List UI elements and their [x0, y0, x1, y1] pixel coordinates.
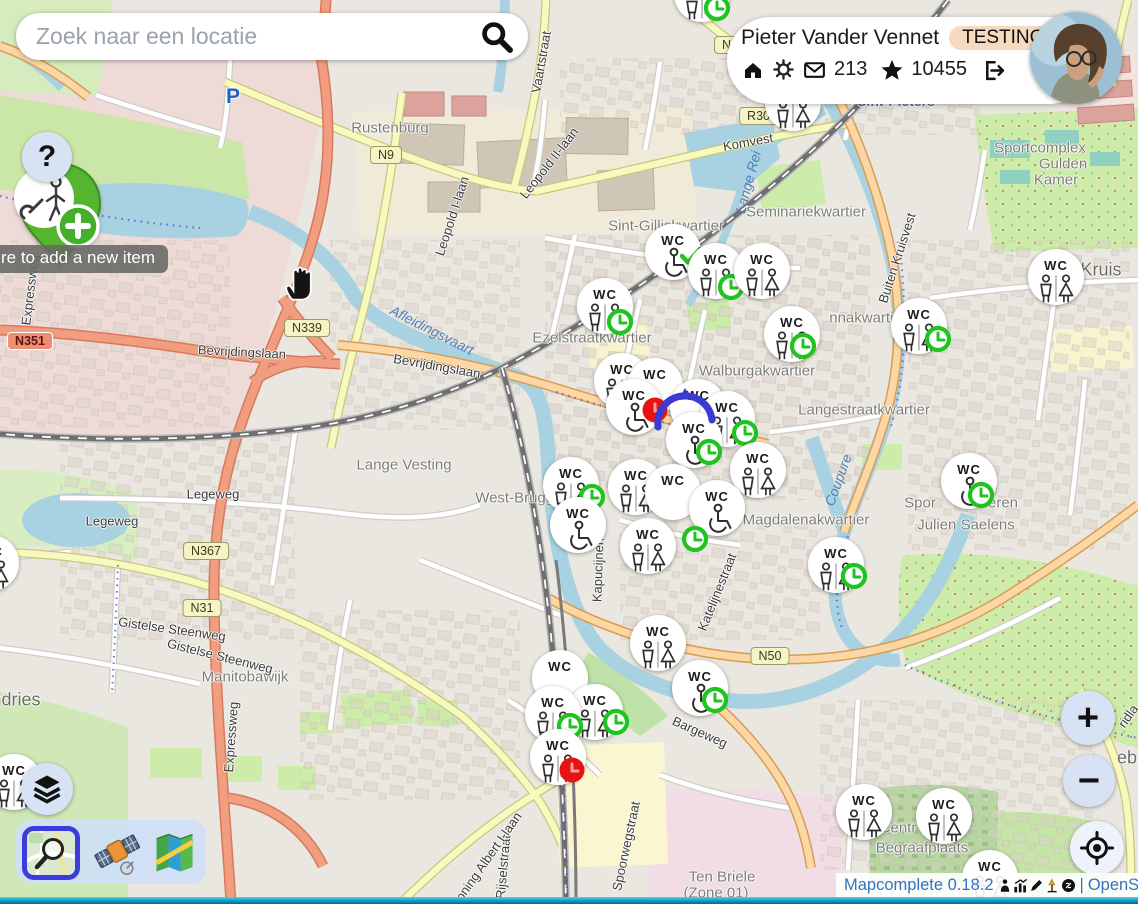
basemap-option-satellite[interactable]: [92, 829, 142, 877]
geolocate-icon: [1079, 830, 1115, 866]
satellite-icon: [92, 829, 142, 877]
user-name: Pieter Vander Vennet: [741, 26, 939, 50]
app-version[interactable]: Mapcomplete 0.18.2: [844, 876, 994, 895]
svg-text:WC: WC: [541, 695, 565, 710]
opening-hours-badge: [603, 305, 637, 339]
toilet-marker[interactable]: WC: [529, 728, 587, 786]
svg-text:WC: WC: [780, 315, 804, 330]
basemap-option-map[interactable]: [149, 829, 199, 877]
svg-text:WC: WC: [907, 307, 931, 322]
toilet-marker[interactable]: WC: [807, 536, 865, 594]
help-button-label: ?: [38, 142, 56, 172]
help-button[interactable]: ?: [22, 132, 72, 182]
gear-icon[interactable]: [772, 58, 795, 81]
logout-icon[interactable]: [980, 57, 1005, 82]
toilet-marker[interactable]: WC: [915, 787, 973, 845]
basemap-option-osm[interactable]: [22, 826, 80, 880]
opening-hours-badge: [964, 478, 998, 512]
osm-carto-icon: [27, 831, 75, 875]
home-icon[interactable]: [741, 58, 765, 82]
toilet-marker[interactable]: WC: [576, 277, 634, 335]
basemap-switcher: [16, 820, 206, 884]
svg-text:WC: WC: [957, 462, 981, 477]
svg-text:WC: WC: [559, 466, 583, 481]
attribution-bar: Mapcomplete 0.18.2 | O: [836, 873, 1138, 898]
changeset-count: 10455: [911, 58, 967, 81]
toilet-marker[interactable]: WC: [733, 242, 791, 300]
svg-text:WC: WC: [705, 489, 729, 504]
attribution-separator: |: [1080, 876, 1084, 895]
add-plus-icon: [58, 206, 98, 246]
zoom-in-label: +: [1077, 699, 1099, 737]
opening-hours-badge: [921, 322, 955, 356]
bottom-edge-strip: [0, 897, 1138, 904]
license-icon[interactable]: [1061, 878, 1076, 893]
svg-text:WC: WC: [661, 473, 685, 488]
toilet-marker[interactable]: WC: [549, 496, 607, 554]
toilet-marker[interactable]: WC: [940, 452, 998, 510]
message-count: 213: [834, 58, 867, 81]
toilet-marker[interactable]: WC: [1027, 248, 1085, 306]
zoom-out-label: −: [1078, 762, 1100, 800]
statistics-icon[interactable]: [1013, 878, 1028, 893]
toilet-marker[interactable]: WC: [890, 297, 948, 355]
svg-text:WC: WC: [546, 738, 570, 753]
opening-hours-badge: [678, 522, 712, 556]
add-item-tooltip: re to add a new item: [0, 245, 168, 273]
star-icon[interactable]: [880, 58, 904, 82]
layers-icon: [29, 771, 65, 807]
svg-text:WC: WC: [746, 451, 770, 466]
direction-arc-icon: [648, 386, 728, 436]
zoom-in-button[interactable]: +: [1061, 691, 1115, 745]
toilet-marker[interactable]: WC: [671, 659, 729, 717]
svg-text:WC: WC: [1044, 258, 1068, 273]
svg-text:WC: WC: [548, 659, 572, 674]
svg-text:WC: WC: [646, 624, 670, 639]
marker-layer: WC WC WC WC WC WC WC WC WC WC WC WC WC WC WC WC WC WC WC WC…: [0, 0, 1138, 904]
svg-text:WC: WC: [593, 287, 617, 302]
opening-hours-badge: [837, 559, 871, 593]
opening-hours-badge: [599, 705, 633, 739]
opening-hours-badge: [698, 683, 732, 717]
svg-text:WC: WC: [636, 527, 660, 542]
toilet-marker[interactable]: WC: [688, 479, 746, 537]
toilet-marker[interactable]: WC: [835, 783, 893, 841]
svg-text:WC: WC: [0, 544, 3, 559]
search-input[interactable]: [34, 22, 480, 51]
opening-hours-badge: [786, 329, 820, 363]
search-bar[interactable]: [16, 13, 528, 60]
svg-text:WC: WC: [978, 859, 1002, 874]
opening-hours-badge: [700, 0, 734, 25]
svg-text:WC: WC: [2, 763, 26, 778]
svg-text:WC: WC: [704, 252, 728, 267]
svg-text:WC: WC: [750, 252, 774, 267]
folded-map-icon: [149, 829, 199, 877]
toilet-marker[interactable]: WC: [0, 534, 20, 592]
opening-hours-badge: [555, 753, 589, 787]
contributor-icon[interactable]: [998, 878, 1012, 893]
avatar[interactable]: [1030, 12, 1122, 104]
zoom-out-button[interactable]: −: [1063, 755, 1115, 807]
toilet-marker[interactable]: WC: [763, 305, 821, 363]
svg-text:WC: WC: [566, 506, 590, 521]
surveyor-icon[interactable]: [1045, 878, 1060, 893]
osm-link[interactable]: OpenStreetMap: [1088, 876, 1138, 895]
messages-icon[interactable]: [802, 57, 827, 82]
svg-text:WC: WC: [688, 669, 712, 684]
search-icon[interactable]: [480, 20, 514, 54]
edit-pencil-icon[interactable]: [1029, 878, 1044, 893]
hand-cursor-icon: [280, 263, 318, 303]
toilet-marker[interactable]: WC: [619, 517, 677, 575]
geolocate-button[interactable]: [1070, 821, 1124, 875]
svg-text:WC: WC: [852, 793, 876, 808]
avatar-portrait: [1030, 12, 1122, 104]
toilet-marker[interactable]: WC: [673, 0, 731, 23]
mapcomplete-app: RustenburgBrugge-Sint-PietersSportcomple…: [0, 0, 1138, 904]
layers-button[interactable]: [21, 763, 73, 815]
svg-text:WC: WC: [932, 797, 956, 812]
